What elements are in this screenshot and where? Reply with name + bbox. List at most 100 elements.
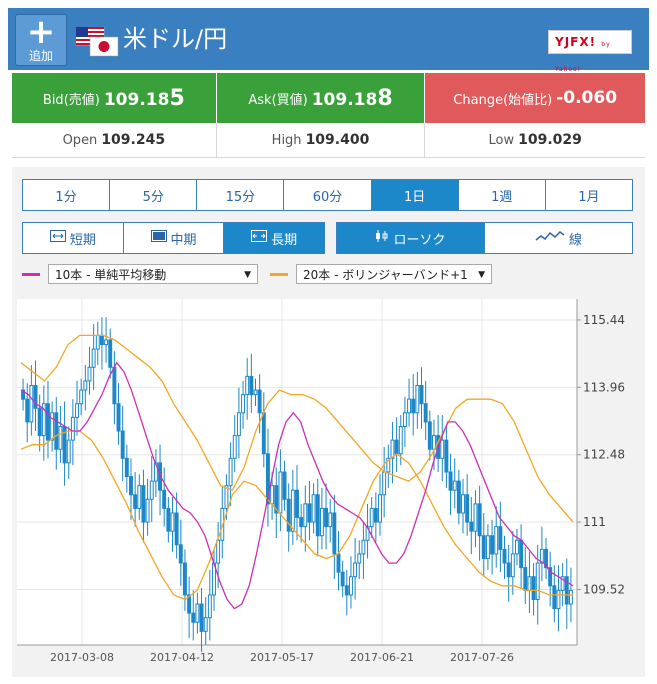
candle-body [149,480,154,500]
long-term-label: 長期 [271,232,298,248]
candle-body [535,562,540,600]
ask-quote[interactable]: Ask(買値) 109.188 [215,73,425,123]
candle-body [282,471,287,500]
candle-body [349,576,353,596]
candle-body [378,494,382,523]
candle-body [311,494,316,523]
chevron-down-icon: ▼ [244,270,251,280]
wide-range-icon [251,230,268,246]
candle-body [162,489,167,509]
change-value: -0.060 [556,88,618,108]
candle-body [141,485,146,523]
candle-body [477,503,482,537]
candle-body [568,589,573,605]
candle-body [340,571,345,587]
candle-body [402,412,407,427]
candle-body [178,544,183,564]
bid-value: 109.185 [104,86,185,111]
open-value: 109.245 [101,132,166,148]
candle-body [228,457,233,487]
candle-body [440,439,445,459]
chevron-down-icon: ▼ [478,270,485,280]
candle-body [498,526,503,550]
mid-term-label: 中期 [170,232,197,248]
y-tick-label: 115.44 [583,313,625,327]
short-term-button[interactable]: 短期 [23,223,123,253]
y-tick-label: 113.96 [583,380,625,394]
candle-body [303,503,308,528]
candle-body [515,539,519,555]
candle-body [253,389,258,396]
candle-body [523,567,528,591]
bid-value-tail: 5 [169,85,185,111]
open-label: Open [62,132,98,148]
candle-body [108,339,113,368]
candle-body [66,439,71,464]
add-button[interactable]: + 追加 [15,14,67,66]
candle-body [191,612,196,623]
bb-indicator-select[interactable]: 20本 - ボリンジャーバンド+1 ▼ [296,264,492,284]
candle-body [286,498,291,532]
tab-1min[interactable]: 1分 [23,180,109,210]
candle-body [369,507,374,528]
brand-name: YJFX! [555,35,597,49]
x-tick-label: 2017-04-12 [150,651,214,664]
candle-body [456,480,461,514]
candle-body [344,585,349,596]
tab-5min[interactable]: 5分 [109,180,196,210]
mid-term-button[interactable]: 中期 [122,223,224,253]
candle-body [236,412,241,437]
candle-body [249,375,254,396]
currency-flags-icon [76,27,119,57]
x-tick-label: 2017-07-26 [450,651,514,664]
tab-1day[interactable]: 1日 [370,180,458,210]
candle-body [261,412,266,455]
candle-body [519,539,524,569]
tab-1week[interactable]: 1週 [457,180,545,210]
bid-quote[interactable]: Bid(売値) 109.185 [12,73,216,123]
candlestick-button[interactable]: ローソク [337,223,484,253]
candle-body [129,476,133,496]
candle-body [407,398,412,414]
tab-15min[interactable]: 15分 [196,180,283,210]
tab-1month[interactable]: 1月 [544,180,632,210]
high-value: 109.400 [305,132,370,148]
x-tick-label: 2017-06-21 [350,651,414,664]
candle-body [75,403,79,418]
candle-body [112,366,117,405]
candle-body [54,412,59,450]
candle-body [357,553,362,564]
low-value: 109.029 [518,132,582,148]
tab-60min[interactable]: 60分 [283,180,370,210]
price-chart-svg[interactable]: 2017-03-08 2017-04-12 2017-05-17 2017-06-21… [12,295,645,677]
high-stat: High 109.400 [215,123,425,157]
candle-body [120,430,125,459]
plus-icon: + [26,12,56,52]
candle-body [382,471,387,496]
candle-body [70,416,75,441]
candle-body [394,439,399,455]
candle-body [461,494,465,514]
change-label: Change(始値比) [453,92,553,108]
bb-color-swatch [270,273,288,276]
ma-indicator-select[interactable]: 10本 - 単純平均移動 ▼ [48,264,258,284]
candle-body [502,548,507,564]
line-chart-button[interactable]: 線 [484,223,632,253]
candle-body [116,403,121,432]
candle-body [232,435,237,459]
long-term-button[interactable]: 長期 [223,223,325,253]
candle-body [324,507,329,528]
candle-body [373,507,378,523]
candle-body [224,485,229,509]
ask-value-main: 109.18 [311,89,378,110]
header-bar: + 追加 米ドル/円 YJFX! by Yahoo! [8,8,649,73]
candlestick-icon [375,229,389,247]
candle-body [50,412,55,441]
candle-body [556,589,561,610]
brand-logo[interactable]: YJFX! by Yahoo! [548,30,632,73]
price-chart[interactable]: 2017-03-08 2017-04-12 2017-05-17 2017-06-21… [12,295,645,677]
x-tick-label: 2017-05-17 [250,651,314,664]
bid-value-main: 109.18 [103,89,170,110]
candle-body [91,348,96,368]
narrow-range-icon [49,230,66,246]
